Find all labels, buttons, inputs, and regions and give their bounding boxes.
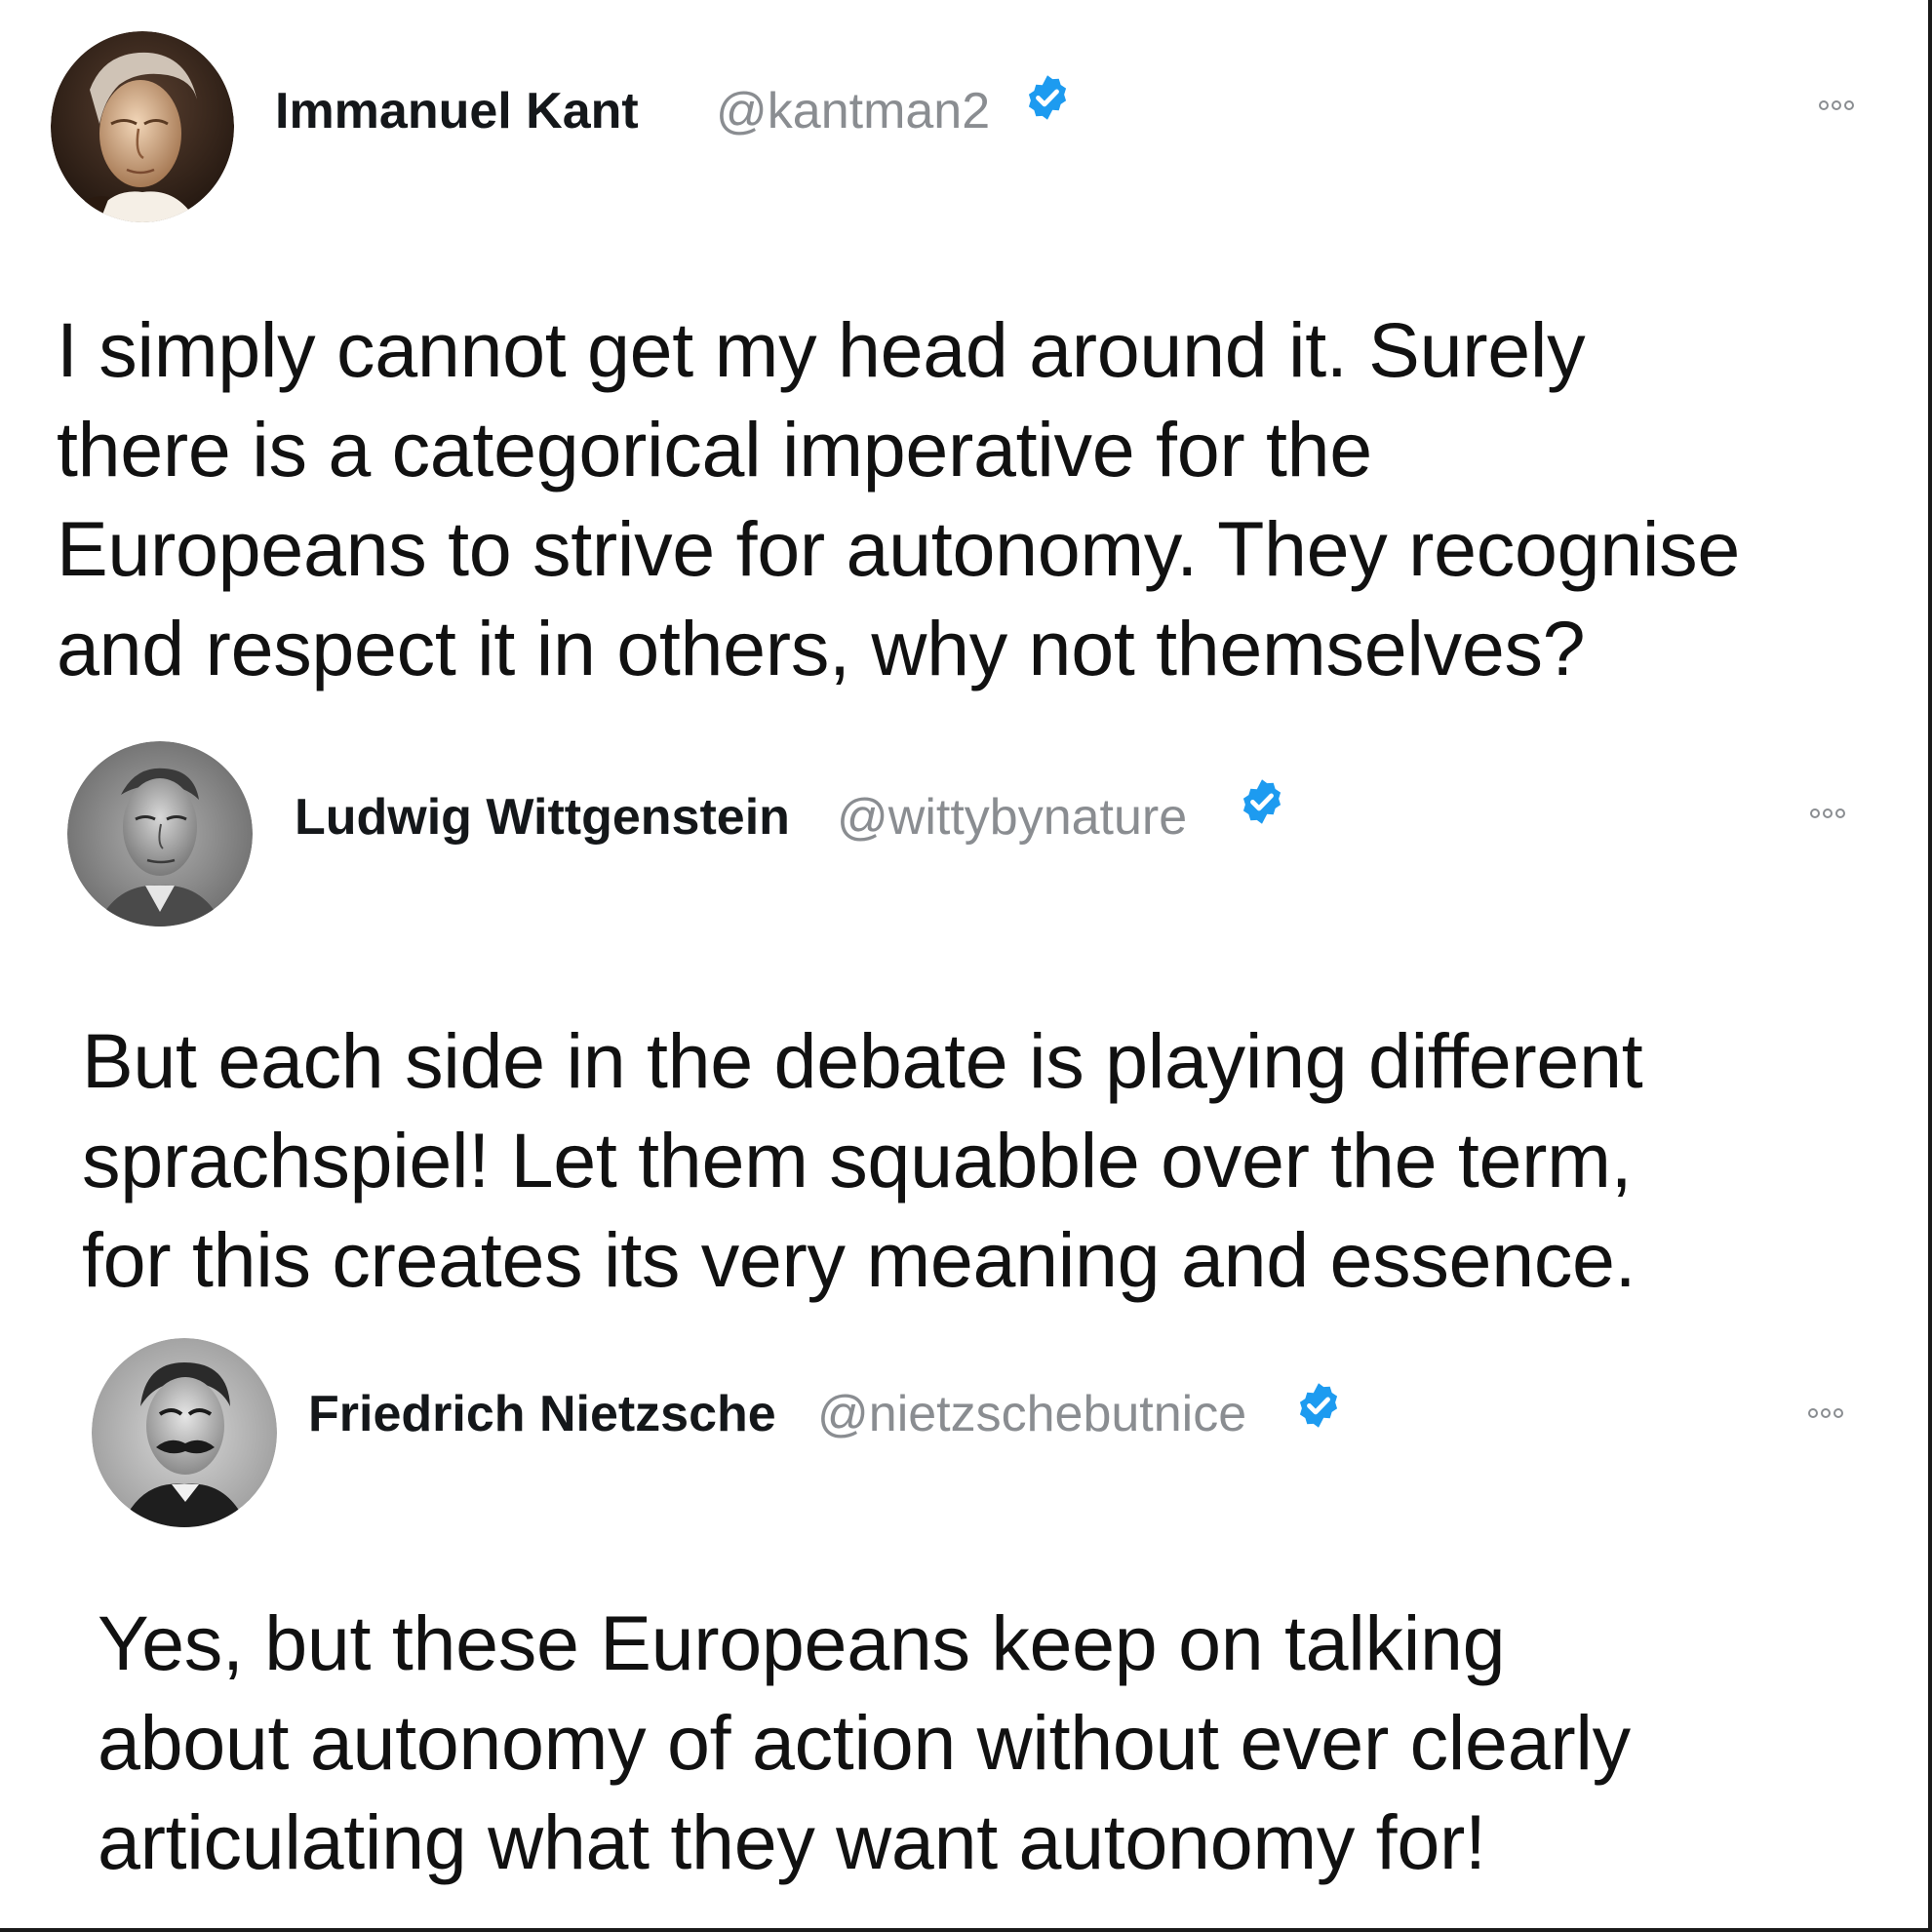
author-handle[interactable]: @kantman2 [716, 82, 990, 140]
tweet-nietzsche: Friedrich Nietzsche @nietzschebutnice Ye… [0, 1326, 1932, 1932]
more-options-icon[interactable] [1810, 808, 1845, 818]
dot-icon [1819, 100, 1829, 110]
dot-icon [1832, 100, 1841, 110]
avatar-kant[interactable] [51, 31, 234, 222]
tweet-text: But each side in the debate is playing d… [82, 1011, 1643, 1310]
dot-icon [1844, 100, 1854, 110]
author-handle[interactable]: @nietzschebutnice [817, 1385, 1246, 1443]
tweet-text-line: Europeans to strive for autonomy. They r… [57, 505, 1740, 592]
tweet-text-line: about autonomy of action without ever cl… [98, 1699, 1631, 1786]
tweet-text-line: sprachspiel! Let them squabble over the … [82, 1117, 1633, 1203]
tweet-text-line: But each side in the debate is playing d… [82, 1017, 1643, 1104]
tweet-text-line: I simply cannot get my head around it. S… [57, 306, 1586, 393]
more-options-icon[interactable] [1819, 100, 1854, 110]
dot-icon [1835, 808, 1845, 818]
tweet-text-line: Yes, but these Europeans keep on talking [98, 1599, 1506, 1686]
avatar-nietzsche[interactable] [92, 1338, 277, 1527]
author-name[interactable]: Immanuel Kant [275, 82, 639, 140]
verified-badge-icon [1028, 75, 1067, 120]
tweet-text: Yes, but these Europeans keep on talking… [98, 1594, 1631, 1892]
avatar-wittgenstein[interactable] [67, 741, 253, 927]
tweet-text-line: there is a categorical imperative for th… [57, 406, 1372, 493]
tweet-header: Friedrich Nietzsche [308, 1385, 776, 1443]
tweet-handle-wrap: @wittybynature [837, 788, 1187, 847]
tweet-text-line: articulating what they want autonomy for… [98, 1798, 1486, 1885]
more-options-icon[interactable] [1808, 1408, 1843, 1418]
tweet-text: I simply cannot get my head around it. S… [57, 300, 1740, 698]
author-handle[interactable]: @wittybynature [837, 788, 1187, 847]
tweet-header: Immanuel Kant [275, 82, 639, 140]
verified-badge-icon [1242, 779, 1281, 824]
dot-icon [1823, 808, 1833, 818]
tweet-kant: Immanuel Kant @kantman2 I simply cannot … [0, 0, 1932, 722]
tweet-text-line: and respect it in others, why not themse… [57, 605, 1586, 691]
dot-icon [1808, 1408, 1818, 1418]
author-name[interactable]: Ludwig Wittgenstein [295, 788, 790, 847]
tweet-handle-wrap: @nietzschebutnice [817, 1385, 1246, 1443]
tweet-handle-wrap: @kantman2 [716, 82, 990, 140]
dot-icon [1810, 808, 1820, 818]
tweet-text-line: for this creates its very meaning and es… [82, 1216, 1636, 1303]
author-name[interactable]: Friedrich Nietzsche [308, 1385, 776, 1443]
tweet-header: Ludwig Wittgenstein [295, 788, 790, 847]
dot-icon [1833, 1408, 1843, 1418]
verified-badge-icon [1299, 1383, 1338, 1428]
tweet-wittgenstein: Ludwig Wittgenstein @wittybynature But e… [0, 722, 1932, 1326]
dot-icon [1821, 1408, 1831, 1418]
